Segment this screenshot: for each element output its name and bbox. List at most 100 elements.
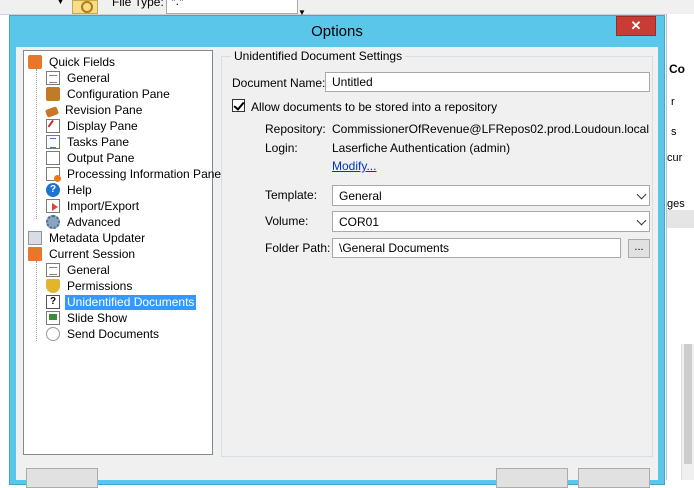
gear-icon xyxy=(46,215,60,229)
options-dialog: Options ✕ Quick Fields General Configura… xyxy=(9,15,665,488)
template-label: Template: xyxy=(265,188,318,202)
session-icon xyxy=(28,247,42,261)
background-right-pane: Co r s cur ges xyxy=(666,14,694,480)
tree-item-output-pane[interactable]: Output Pane xyxy=(46,150,136,166)
chevron-down-icon xyxy=(636,189,647,200)
processing-info-icon xyxy=(46,167,61,182)
background-fragment: Co xyxy=(669,62,685,76)
template-select[interactable]: General xyxy=(332,185,650,206)
wrench-icon xyxy=(46,87,60,101)
display-pane-icon xyxy=(46,119,60,133)
document-name-value: Untitled xyxy=(332,75,373,89)
tree-item-label: Unidentified Documents xyxy=(65,294,197,310)
settings-panel: Unidentified Document Settings Document … xyxy=(221,47,653,457)
tree-connector xyxy=(36,261,37,341)
repository-value: CommissionerOfRevenue@LFRepos02.prod.Lou… xyxy=(332,122,650,136)
tree-item-display-pane[interactable]: Display Pane xyxy=(46,118,140,134)
background-scrollbar[interactable] xyxy=(681,344,694,480)
tree-item-revision-pane[interactable]: Revision Pane xyxy=(44,102,144,118)
tree-item-send-documents[interactable]: Send Documents xyxy=(46,326,161,342)
search-icon[interactable] xyxy=(72,0,98,14)
tree-item-label: General xyxy=(67,70,110,85)
tree-item-slide-show[interactable]: Slide Show xyxy=(46,310,129,326)
volume-value: COR01 xyxy=(339,215,380,229)
dialog-titlebar[interactable]: Options ✕ xyxy=(10,16,664,47)
background-fragment: r xyxy=(671,96,675,108)
tree-item-current-session[interactable]: Current Session xyxy=(28,246,137,262)
chevron-down-icon xyxy=(636,215,647,226)
tree-item-label: Import/Export xyxy=(67,198,140,213)
metadata-icon xyxy=(28,231,42,245)
tree-item-label: Help xyxy=(67,182,92,197)
document-icon xyxy=(46,263,60,277)
login-value: Laserfiche Authentication (admin) xyxy=(332,141,511,155)
shield-icon xyxy=(46,279,60,293)
import-export-icon xyxy=(46,199,60,213)
folder-path-label: Folder Path: xyxy=(265,241,331,255)
file-type-input[interactable]: *.* xyxy=(166,0,298,14)
tree-item-label: General xyxy=(67,262,110,277)
template-value: General xyxy=(339,189,382,203)
tree-item-label: Display Pane xyxy=(67,118,138,133)
tasks-list-icon xyxy=(46,135,60,149)
background-fragment: cur xyxy=(667,152,683,164)
tree-item-label: Tasks Pane xyxy=(67,134,130,149)
tree-item-tasks-pane[interactable]: Tasks Pane xyxy=(46,134,131,150)
folder-path-field[interactable]: \General Documents xyxy=(332,238,621,258)
tree-item-label: Advanced xyxy=(67,214,121,229)
tree-item-import-export[interactable]: Import/Export xyxy=(46,198,141,214)
volume-label: Volume: xyxy=(265,214,309,228)
tree-item-metadata-updater[interactable]: Metadata Updater xyxy=(28,230,147,246)
folder-path-value: \General Documents xyxy=(339,241,450,255)
tree-item-label: Revision Pane xyxy=(65,102,143,117)
file-type-value: *.* xyxy=(171,0,184,8)
help-icon: ? xyxy=(46,183,60,197)
tree-item-label: Send Documents xyxy=(67,326,160,341)
tree-item-label: Metadata Updater xyxy=(49,230,146,245)
slide-show-icon xyxy=(46,311,60,325)
tree-item-quick-fields[interactable]: Quick Fields xyxy=(28,54,117,70)
allow-repository-label[interactable]: Allow documents to be stored into a repo… xyxy=(251,100,497,114)
volume-select[interactable]: COR01 xyxy=(332,211,650,232)
options-tree[interactable]: Quick Fields General Configuration Pane … xyxy=(23,50,221,455)
close-icon: ✕ xyxy=(630,18,642,33)
repository-label: Repository: xyxy=(265,122,326,136)
tree-item-processing-information-pane[interactable]: Processing Information Pane xyxy=(46,166,223,182)
tree-item-label: Quick Fields xyxy=(49,54,116,69)
close-button[interactable]: ✕ xyxy=(616,16,656,36)
footer-left-button[interactable] xyxy=(26,468,98,488)
eraser-icon xyxy=(44,105,60,118)
tree-item-label: Slide Show xyxy=(67,310,128,325)
background-toolbar: ▼ File Type: *.* ▼ xyxy=(0,0,694,17)
tree-connector xyxy=(36,69,37,219)
document-icon xyxy=(46,71,60,85)
quick-fields-icon xyxy=(28,55,42,69)
dialog-client-area: Quick Fields General Configuration Pane … xyxy=(16,47,658,488)
browse-button[interactable]: ... xyxy=(628,239,650,258)
dropdown-arrow-icon[interactable]: ▼ xyxy=(56,0,65,6)
background-divider xyxy=(667,210,694,228)
file-type-label: File Type: xyxy=(112,0,164,9)
tree-item-help[interactable]: ? Help xyxy=(46,182,94,198)
tree-item-label: Current Session xyxy=(49,246,136,261)
modify-link[interactable]: Modify... xyxy=(332,159,376,173)
send-icon xyxy=(46,327,60,341)
background-fragment: ges xyxy=(667,198,685,210)
tree-item-permissions[interactable]: Permissions xyxy=(46,278,134,294)
tree-item-label: Configuration Pane xyxy=(67,86,170,101)
tree-item-cs-general[interactable]: General xyxy=(46,262,112,278)
tree-item-advanced[interactable]: Advanced xyxy=(46,214,122,230)
tree-item-configuration-pane[interactable]: Configuration Pane xyxy=(46,86,172,102)
group-title: Unidentified Document Settings xyxy=(231,49,406,63)
document-name-field[interactable]: Untitled xyxy=(325,72,650,92)
tree-item-unidentified-documents[interactable]: ? Unidentified Documents xyxy=(46,294,197,310)
tree-item-label: Permissions xyxy=(67,278,133,293)
footer-ok-button[interactable] xyxy=(496,468,568,488)
background-fragment: s xyxy=(671,126,677,138)
tree-item-label: Processing Information Pane xyxy=(67,166,222,181)
login-label: Login: xyxy=(265,141,298,155)
allow-repository-checkbox[interactable] xyxy=(232,99,245,112)
tree-item-qf-general[interactable]: General xyxy=(46,70,112,86)
dialog-title: Options xyxy=(311,23,363,40)
footer-cancel-button[interactable] xyxy=(578,468,650,488)
